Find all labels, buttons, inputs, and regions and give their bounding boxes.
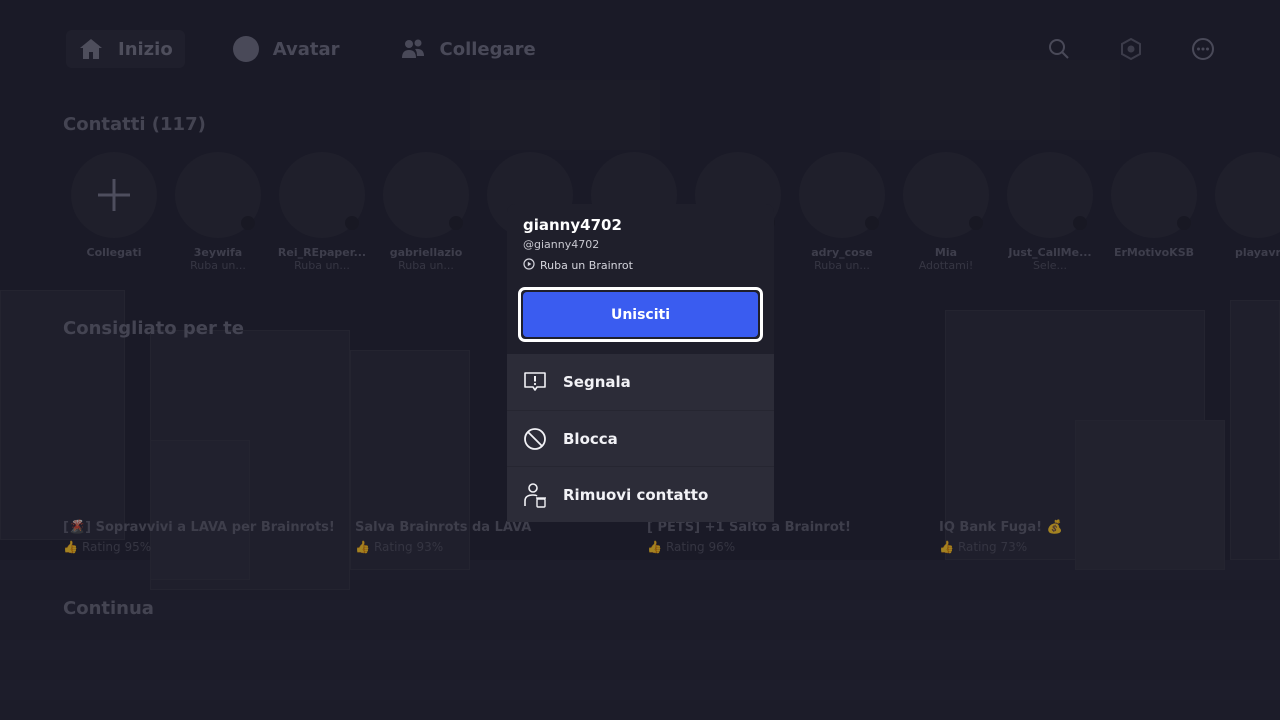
friend-actions-menu: Segnala Blocca Rimuovi contatto (507, 354, 774, 522)
friend-game-name: Ruba un Brainrot (540, 259, 633, 272)
join-button[interactable]: Unisciti (518, 287, 763, 342)
report-button[interactable]: Segnala (507, 354, 774, 410)
join-button-label: Unisciti (523, 292, 758, 337)
remove-contact-icon (523, 482, 547, 508)
friend-username: @gianny4702 (523, 238, 600, 251)
block-button[interactable]: Blocca (507, 410, 774, 466)
friend-context-menu: gianny4702 @gianny4702 Ruba un Brainrot … (507, 204, 774, 522)
friend-info-card: gianny4702 @gianny4702 Ruba un Brainrot … (507, 204, 774, 354)
friend-display-name: gianny4702 (523, 216, 622, 234)
report-icon (523, 370, 547, 394)
playing-icon (523, 258, 535, 273)
report-label: Segnala (563, 373, 631, 391)
friend-game: Ruba un Brainrot (523, 258, 759, 273)
remove-contact-label: Rimuovi contatto (563, 485, 709, 504)
block-label: Blocca (563, 429, 618, 448)
remove-contact-button[interactable]: Rimuovi contatto (507, 466, 774, 522)
block-icon (523, 427, 547, 451)
